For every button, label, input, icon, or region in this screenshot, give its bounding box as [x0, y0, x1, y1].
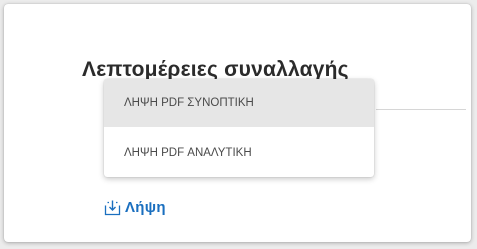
download-options-menu: ΛΗΨΗ PDF ΣΥΝΟΠΤΙΚΗ ΛΗΨΗ PDF ΑΝΑΛΥΤΙΚΗ [104, 79, 374, 177]
download-icon [104, 200, 121, 215]
download-label: Λήψη [125, 198, 166, 216]
window-frame: Λεπτομέρειες συναλλαγής ΛΗΨΗ PDF ΣΥΝΟΠΤΙ… [0, 0, 477, 249]
menu-item-pdf-summary[interactable]: ΛΗΨΗ PDF ΣΥΝΟΠΤΙΚΗ [104, 79, 374, 127]
download-button[interactable]: Λήψη [104, 197, 166, 217]
title-divider [376, 109, 466, 110]
transaction-details-card: Λεπτομέρειες συναλλαγής ΛΗΨΗ PDF ΣΥΝΟΠΤΙ… [4, 4, 471, 242]
menu-item-pdf-detailed[interactable]: ΛΗΨΗ PDF ΑΝΑΛΥΤΙΚΗ [104, 129, 374, 177]
